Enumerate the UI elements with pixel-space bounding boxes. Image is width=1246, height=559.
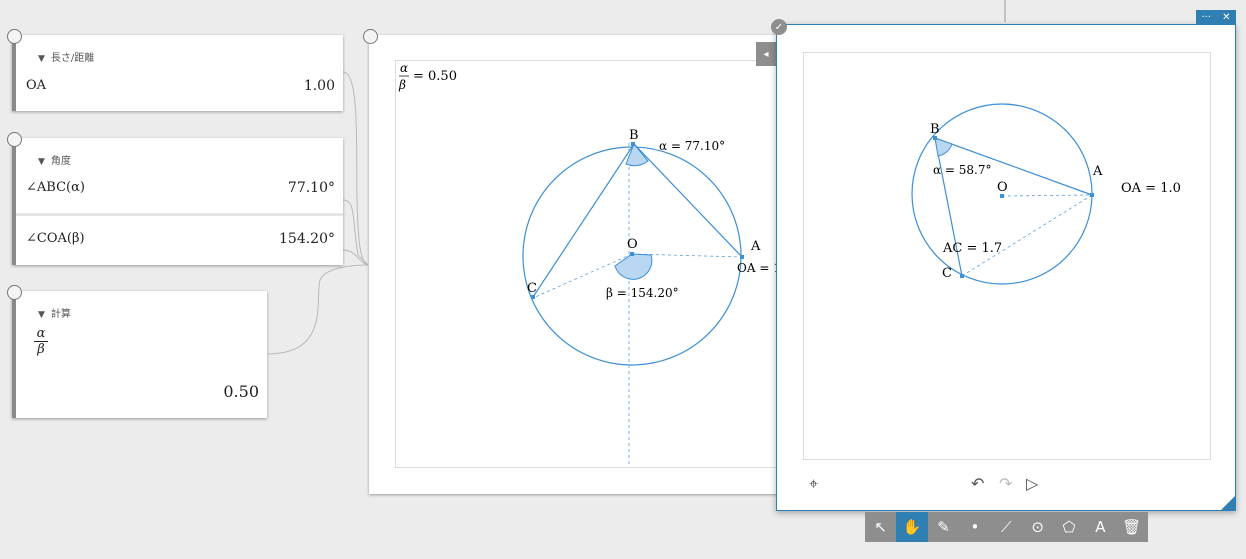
popup-angle-marker [934, 137, 953, 157]
collapse-triangle-icon[interactable]: ▼ [38, 54, 45, 64]
geometry-drawing: α β = 0.50 B A C O α = 77.10° β = 154.20… [398, 61, 781, 467]
redo-icon[interactable]: ↷ [999, 474, 1012, 493]
calc-card[interactable]: ▼ 計算 α β 0.50 [12, 291, 267, 418]
card-header-label: 長さ/距離 [50, 53, 95, 64]
text-icon[interactable]: A [1085, 512, 1116, 542]
pen-icon[interactable]: ✎ [928, 512, 959, 542]
geometry-canvas[interactable]: α β = 0.50 B A C O α = 77.10° β = 154.20… [395, 60, 785, 468]
angle-abc-value: 77.10° [287, 180, 335, 196]
hand-icon[interactable]: ✋ [896, 512, 928, 542]
collapse-triangle-icon[interactable]: ▼ [38, 310, 45, 320]
label-a: A [750, 239, 761, 254]
ratio-value: = 0.50 [413, 69, 457, 84]
popup-ac-measure: AC = 1.7 [942, 241, 1002, 256]
angle-coa-label: ∠COA(β) [26, 231, 85, 246]
trash-icon[interactable]: 🗑 [1116, 512, 1147, 542]
label-b: B [629, 128, 639, 143]
length-card[interactable]: ▼ 長さ/距離 OA 1.00 [12, 35, 343, 111]
geometry-panel[interactable]: α β = 0.50 B A C O α = 77.10° β = 154.20… [369, 35, 789, 494]
popup-point-c[interactable] [960, 274, 964, 278]
card-knob[interactable] [7, 132, 22, 147]
card-header[interactable]: ▼ 角度 [38, 152, 71, 167]
angle-coa-value: 154.20° [279, 231, 335, 247]
point-o[interactable] [630, 252, 634, 256]
resize-corner-icon[interactable] [1221, 496, 1235, 510]
popup-label-a: A [1092, 164, 1103, 179]
alpha-measure: α = 77.10° [659, 139, 725, 153]
undo-icon[interactable]: ↶ [971, 474, 984, 493]
card-header-label: 計算 [50, 309, 71, 320]
oa-measure: OA = 1 [737, 261, 781, 275]
angle-abc-label: ∠ABC(α) [26, 180, 85, 195]
angle-card[interactable]: ▼ 角度 ∠ABC(α) 77.10° ∠COA(β) 154.20° [12, 138, 343, 265]
popup-alpha-measure: α = 58.7° [933, 163, 992, 177]
card-header[interactable]: ▼ 長さ/距離 [38, 49, 94, 64]
ratio-numerator: α [400, 61, 408, 75]
oa-label: OA [26, 78, 47, 93]
panel-knob[interactable] [363, 29, 378, 44]
popup-check-icon[interactable]: ✓ [771, 19, 787, 35]
play-icon[interactable]: ▷ [1026, 474, 1038, 493]
card-knob[interactable] [7, 29, 22, 44]
card-header[interactable]: ▼ 計算 [38, 305, 71, 320]
drawing-toolbar: ↖ ✋ ✎ • ⟋ ⊙ ⬠ A 🗑 [865, 512, 1148, 542]
segment-bc[interactable] [532, 143, 635, 298]
point-a[interactable] [740, 255, 744, 259]
card-header-label: 角度 [50, 156, 71, 167]
polygon-icon[interactable]: ⬠ [1053, 512, 1084, 542]
target-icon[interactable]: ⌖ [809, 474, 818, 494]
popup-drawing: B A C O α = 58.7° OA = 1.0 AC = 1.7 [911, 103, 1181, 285]
collapse-handle[interactable]: ◂ [756, 42, 776, 66]
popup-point-a[interactable] [1090, 193, 1094, 197]
popup-label-o: O [997, 180, 1008, 195]
point-icon[interactable]: • [959, 512, 990, 542]
beta-measure: β = 154.20° [606, 286, 679, 300]
fraction-denominator: β [37, 342, 45, 357]
ratio-denominator: β [398, 78, 406, 92]
label-c: C [527, 281, 537, 296]
fraction-expression: α β [34, 327, 48, 357]
popup-window[interactable]: B A C O α = 58.7° OA = 1.0 AC = 1.7 ⌖ ↶ … [776, 24, 1236, 511]
oa-value: 1.00 [303, 78, 335, 94]
label-o: O [627, 237, 638, 252]
select-icon[interactable]: ↖ [865, 512, 896, 542]
popup-label-b: B [930, 122, 940, 137]
angle-beta-marker [614, 253, 653, 280]
collapse-triangle-icon[interactable]: ▼ [38, 157, 45, 167]
popup-canvas[interactable]: B A C O α = 58.7° OA = 1.0 AC = 1.7 [803, 52, 1211, 460]
window-buttons: ··· ✕ [1196, 10, 1236, 24]
more-icon[interactable]: ··· [1202, 12, 1212, 23]
row-divider [16, 213, 343, 216]
card-knob[interactable] [7, 285, 22, 300]
circle-icon[interactable]: ⊙ [1022, 512, 1053, 542]
line-icon[interactable]: ⟋ [991, 512, 1022, 542]
popup-label-c: C [942, 266, 952, 281]
popup-oa-measure: OA = 1.0 [1121, 181, 1181, 196]
fraction-numerator: α [34, 327, 48, 342]
close-icon[interactable]: ✕ [1222, 12, 1230, 23]
calc-value: 0.50 [223, 382, 259, 401]
